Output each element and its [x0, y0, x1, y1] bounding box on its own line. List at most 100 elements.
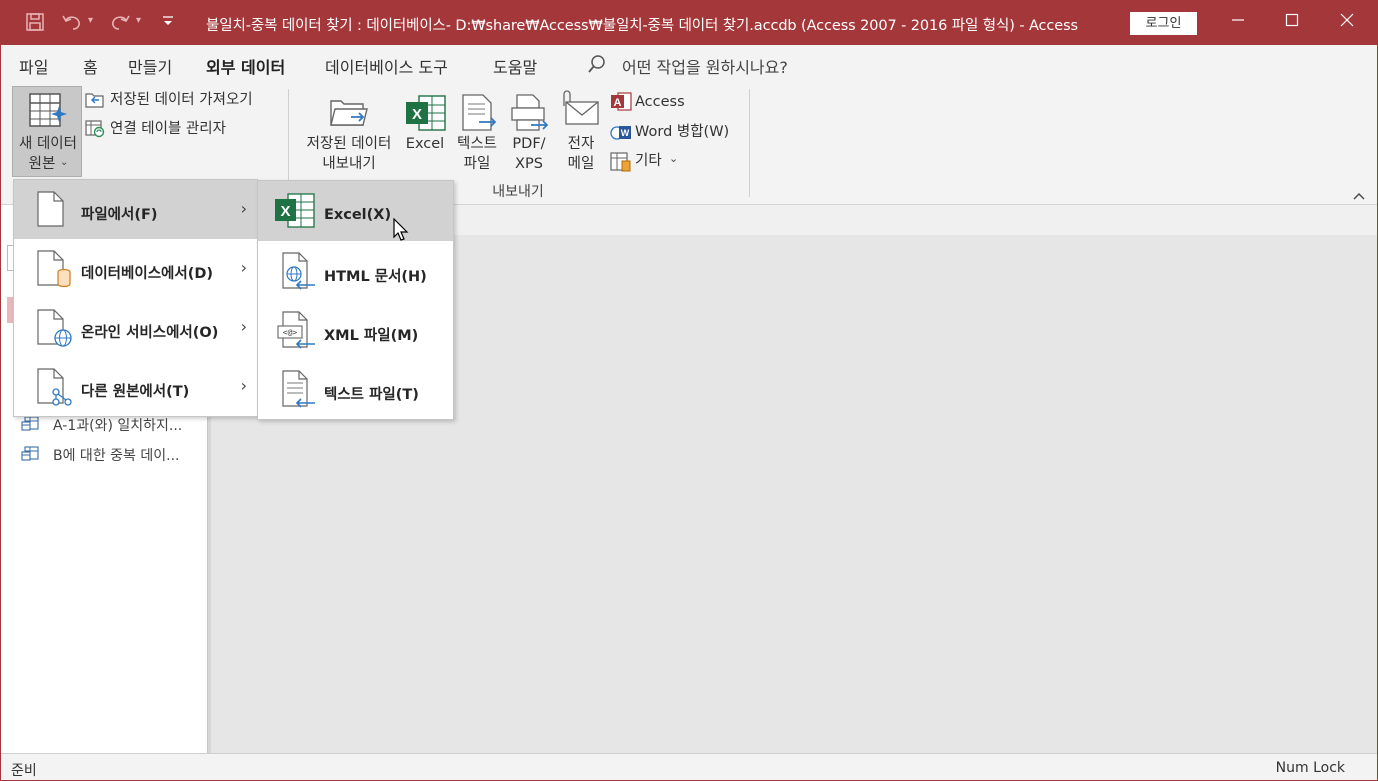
export-access-label: Access — [635, 94, 685, 110]
tab-help[interactable]: 도움말 — [493, 54, 537, 78]
menu-item-from-database[interactable]: 데이터베이스에서(D) › — [14, 239, 257, 298]
svg-text:W: W — [621, 128, 630, 138]
menu-item-html[interactable]: HTML 문서(H) — [258, 241, 453, 300]
menu-item-label: 데이터베이스에서(D) — [81, 266, 214, 282]
menu-item-label: Excel(X) — [324, 207, 392, 223]
menu-item-text-file[interactable]: 텍스트 파일(T) — [258, 359, 453, 418]
word-merge-label: Word 병합(W) — [635, 124, 730, 140]
ribbon-tabs: 파일 홈 만들기 외부 데이터 데이터베이스 도구 도움말 어떤 작업을 원하시… — [1, 45, 1377, 87]
from-file-submenu: X Excel(X) HTML 문서(H) <@> XML 파일(M) 텍스트 … — [257, 180, 454, 420]
tell-me-input[interactable]: 어떤 작업을 원하시나요? — [622, 54, 788, 78]
menu-item-from-file[interactable]: 파일에서(F) › — [14, 180, 257, 239]
search-icon[interactable] — [587, 54, 607, 78]
chevron-right-icon: › — [240, 199, 247, 218]
ribbon-separator — [749, 89, 750, 197]
list-item-label: A-1과(와) 일치하지... — [53, 418, 183, 434]
export-group-label: 내보내기 — [492, 184, 544, 200]
more-export-icon — [610, 152, 632, 176]
menu-item-label: 온라인 서비스에서(O) — [81, 325, 219, 341]
export-text-label-2: 파일 — [463, 156, 491, 172]
mouse-cursor-icon — [393, 217, 409, 246]
new-data-source-icon — [28, 92, 68, 134]
save-icon[interactable] — [25, 12, 45, 36]
svg-text:X: X — [280, 203, 290, 220]
export-pdf-label-2: XPS — [515, 156, 543, 172]
text-file-icon — [279, 370, 317, 414]
tab-file[interactable]: 파일 — [19, 54, 48, 78]
list-item-label: B에 대한 중복 데이... — [53, 448, 180, 464]
minimize-icon[interactable] — [1227, 11, 1249, 33]
redo-icon[interactable] — [109, 12, 131, 36]
export-pdf-xps-button[interactable]: PDF/ XPS — [505, 86, 553, 178]
window-title: 불일치-중복 데이터 찾기 : 데이터베이스- D:₩share₩Access₩… — [206, 18, 1079, 34]
linked-table-manager-label: 연결 테이블 관리자 — [110, 121, 226, 137]
tab-home[interactable]: 홈 — [83, 54, 98, 78]
export-pdf-label: PDF/ — [512, 136, 546, 152]
pdf-xps-icon — [511, 94, 549, 136]
saved-imports-label: 저장된 데이터 가져오기 — [110, 92, 253, 108]
status-text: 준비 — [11, 763, 37, 779]
undo-icon[interactable] — [61, 12, 83, 36]
access-window: ▾ ▾ 불일치-중복 데이터 찾기 : 데이터베이스- D:₩share₩Acc… — [0, 0, 1378, 781]
collapse-ribbon-icon[interactable] — [1352, 186, 1366, 205]
export-email-button[interactable]: 전자 메일 — [557, 86, 605, 178]
file-icon — [36, 191, 66, 231]
menu-item-label: HTML 문서(H) — [324, 269, 427, 285]
query-icon — [21, 446, 39, 462]
other-source-icon — [36, 368, 72, 412]
menu-item-from-online-service[interactable]: 온라인 서비스에서(O) › — [14, 298, 257, 357]
menu-item-label: 다른 원본에서(T) — [81, 384, 190, 400]
redo-dropdown-icon[interactable]: ▾ — [136, 15, 141, 26]
chevron-right-icon: › — [240, 317, 247, 336]
text-file-icon — [461, 94, 497, 136]
login-button[interactable]: 로그인 — [1130, 12, 1197, 35]
export-email-label: 전자 — [567, 136, 595, 152]
menu-item-excel[interactable]: X Excel(X) — [258, 181, 453, 241]
svg-text:X: X — [412, 106, 422, 123]
maximize-icon[interactable] — [1281, 11, 1303, 33]
excel-icon: X — [274, 193, 316, 233]
undo-dropdown-icon[interactable]: ▾ — [88, 15, 93, 26]
access-icon: A — [610, 92, 632, 116]
menu-item-xml[interactable]: <@> XML 파일(M) — [258, 300, 453, 359]
database-file-icon — [36, 250, 72, 294]
tab-external-data[interactable]: 외부 데이터 — [206, 54, 286, 87]
saved-exports-label-2: 내보내기 — [322, 156, 376, 172]
menu-item-label: XML 파일(M) — [324, 328, 419, 344]
chevron-down-icon: ⌄ — [669, 152, 679, 165]
new-data-source-menu: 파일에서(F) › 데이터베이스에서(D) › 온라인 서비스에서(O) › 다… — [13, 179, 258, 417]
customize-qat-icon[interactable] — [161, 13, 175, 33]
excel-icon: X — [405, 94, 447, 136]
close-icon[interactable] — [1336, 11, 1358, 33]
linked-table-manager-icon — [85, 120, 105, 142]
word-merge-icon: W — [610, 122, 632, 146]
export-email-label-2: 메일 — [567, 156, 595, 172]
chevron-right-icon: › — [240, 258, 247, 277]
menu-item-from-other-source[interactable]: 다른 원본에서(T) › — [14, 357, 257, 416]
num-lock-indicator: Num Lock — [1275, 760, 1345, 776]
chevron-down-icon: ⌄ — [60, 157, 69, 168]
query-icon — [21, 416, 39, 432]
saved-exports-label: 저장된 데이터 — [306, 136, 392, 152]
online-service-icon — [36, 309, 72, 353]
more-export-label: 기타 — [635, 153, 662, 169]
status-bar: 준비 Num Lock — [1, 753, 1377, 780]
menu-item-label: 파일에서(F) — [81, 207, 158, 223]
tab-database-tools[interactable]: 데이터베이스 도구 — [325, 54, 448, 78]
saved-exports-button[interactable]: 저장된 데이터 내보내기 — [297, 86, 401, 178]
html-document-icon — [279, 252, 317, 296]
svg-text:<@>: <@> — [283, 328, 298, 337]
menu-item-label: 텍스트 파일(T) — [324, 387, 419, 403]
export-text-button[interactable]: 텍스트 파일 — [453, 86, 501, 178]
svg-text:A: A — [614, 97, 622, 109]
new-data-source-button[interactable]: 새 데이터 원본 ⌄ — [12, 86, 82, 177]
saved-imports-icon — [85, 91, 105, 113]
export-text-label: 텍스트 — [456, 136, 498, 152]
tab-create[interactable]: 만들기 — [128, 54, 172, 78]
export-excel-button[interactable]: X Excel — [403, 86, 447, 178]
new-data-source-label: 새 데이터 — [19, 136, 77, 152]
xml-file-icon: <@> — [277, 311, 317, 355]
title-bar: ▾ ▾ 불일치-중복 데이터 찾기 : 데이터베이스- D:₩share₩Acc… — [1, 1, 1377, 45]
saved-exports-icon — [329, 95, 371, 135]
export-excel-label: Excel — [405, 136, 445, 152]
